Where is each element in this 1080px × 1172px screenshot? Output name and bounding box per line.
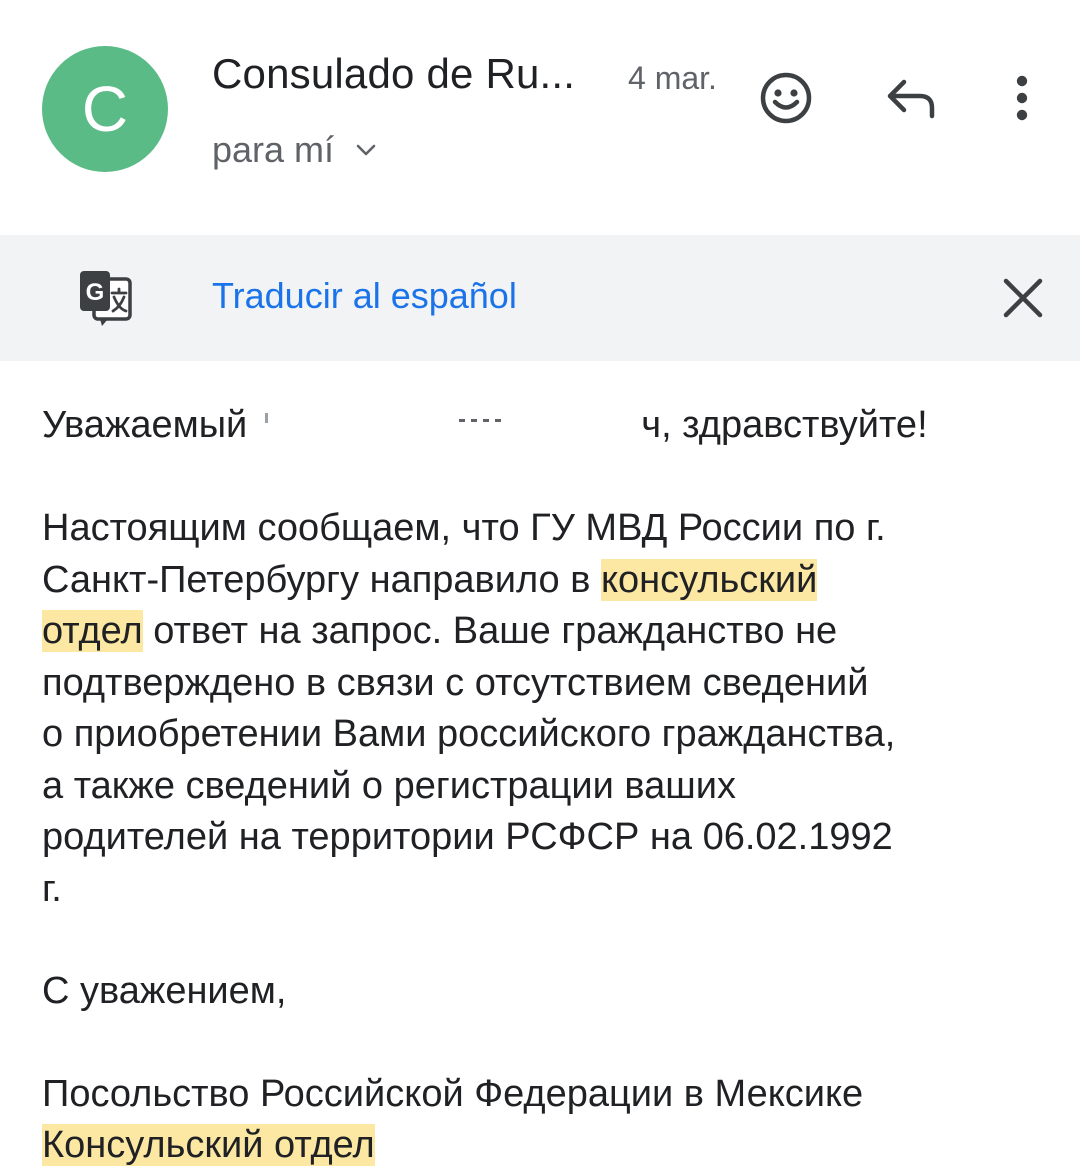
text-line: Настоящим сообщаем, что ГУ МВД России по…: [42, 507, 886, 549]
translate-link[interactable]: Traducir al español: [212, 275, 517, 317]
email-body: Уважаемый ч, здравствуйте! Настоящим сооб…: [42, 400, 1042, 1172]
sender-avatar[interactable]: C: [42, 46, 168, 172]
greeting-line: Уважаемый ч, здравствуйте!: [42, 400, 1042, 452]
text-line: подтверждено в связи с отсутствием сведе…: [42, 661, 869, 704]
svg-text:G: G: [86, 279, 105, 306]
highlighted-text[interactable]: Консульский отдел: [42, 1124, 375, 1166]
email-date: 4 mar.: [628, 60, 717, 96]
text-line: отдел ответ на запрос. Ваше гражданство …: [42, 606, 1042, 658]
text-line: о приобретении Вами российского гражданс…: [42, 713, 896, 755]
greeting-end: ч, здравствуйте!: [641, 404, 928, 446]
greeting-start: Уважаемый: [42, 404, 248, 446]
text-line: г.: [42, 867, 62, 910]
text-span: Санкт-Петербургу направило в: [42, 558, 601, 601]
chevron-down-icon: [354, 138, 378, 162]
google-translate-icon: G: [78, 269, 134, 327]
text-span: ответ на запрос. Ваше гражданство не: [142, 610, 838, 652]
redacted-name: [247, 407, 641, 447]
closing-line: С уважением,: [42, 970, 287, 1012]
more-options-button[interactable]: [998, 68, 1046, 128]
recipient-details-toggle[interactable]: para mí: [212, 128, 378, 172]
add-reaction-button[interactable]: [756, 68, 816, 128]
reply-button[interactable]: [880, 68, 944, 128]
email-header: C Consulado de Ru... 4 mar. para mí: [0, 0, 1080, 235]
highlighted-text[interactable]: консульский: [601, 558, 818, 601]
translate-bar: G Traducir al español: [0, 235, 1080, 361]
signature-line: Консульский отдел: [42, 1120, 1042, 1172]
signature-line: Посольство Российской Федерации в Мексик…: [42, 1072, 864, 1115]
close-icon: [1003, 278, 1043, 318]
sender-name[interactable]: Consulado de Ru...: [212, 50, 575, 98]
more-vert-icon: [1016, 75, 1028, 121]
recipient-label: para mí: [212, 129, 335, 170]
text-line: родителей на территории РСФСР на 06.02.1…: [42, 816, 893, 858]
close-translate-button[interactable]: [996, 271, 1050, 325]
reply-icon: [887, 79, 935, 119]
highlighted-text[interactable]: отдел: [42, 610, 143, 652]
add-reaction-icon: [760, 72, 812, 124]
text-line: а также сведений о регистрации ваших: [42, 764, 737, 807]
message-paragraph: Настоящим сообщаем, что ГУ МВД России по…: [42, 503, 1042, 915]
text-line: Санкт-Петербургу направило в консульский: [42, 555, 1042, 607]
signature: Посольство Российской Федерации в Мексик…: [42, 1069, 1042, 1172]
